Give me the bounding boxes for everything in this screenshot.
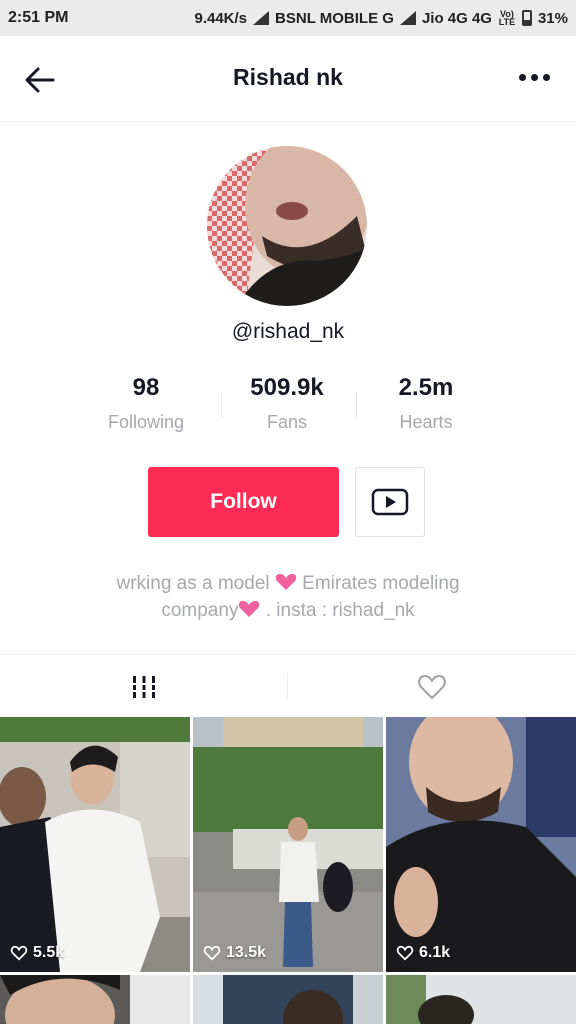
bio-line-2: company . insta : rishad_nk — [60, 597, 516, 624]
status-bar: 2:51 PM 9.44K/s BSNL MOBILE G Jio 4G 4G … — [0, 0, 576, 36]
profile-tabs — [0, 654, 576, 717]
video-likes: 6.1k — [396, 944, 450, 962]
stat-value: 98 — [132, 374, 160, 401]
battery-level: 31% — [537, 9, 568, 27]
heart-outline-icon — [10, 945, 28, 961]
video-thumbnail[interactable]: 5.5k — [0, 717, 190, 972]
video-likes-count: 6.1k — [419, 944, 451, 961]
video-thumbnail-image — [386, 975, 576, 1024]
video-thumbnail-image — [0, 975, 190, 1024]
bio-text: . insta : rishad_nk — [265, 600, 415, 621]
signal-icon-2 — [399, 11, 416, 25]
heart-emoji-icon — [239, 600, 260, 617]
more-options-button[interactable] — [519, 74, 550, 81]
follow-button[interactable]: Follow — [148, 467, 339, 537]
youtube-button[interactable] — [355, 467, 425, 537]
stat-hearts[interactable]: 2.5m Hearts — [351, 374, 501, 433]
status-time: 2:51 PM — [8, 9, 69, 26]
stat-label: Fans — [266, 412, 308, 432]
volte-icon: Vo) LTE — [498, 9, 516, 27]
more-horizontal-icon — [519, 74, 526, 81]
video-thumbnail-image — [386, 717, 576, 972]
video-grid: 5.5k 13.5k 6.1k — [0, 717, 576, 1024]
carrier-2: Jio 4G 4G — [421, 9, 492, 27]
video-thumbnail[interactable]: 6.1k — [386, 717, 576, 972]
video-thumbnail[interactable] — [0, 975, 190, 1024]
profile-avatar[interactable] — [207, 146, 367, 306]
bio-text: Emirates modeling — [302, 573, 460, 594]
video-likes: 5.5k — [10, 944, 64, 962]
video-likes: 13.5k — [203, 944, 266, 962]
video-thumbnail-image — [193, 975, 383, 1024]
stat-fans[interactable]: 509.9k Fans — [212, 374, 362, 433]
heart-outline-icon — [418, 674, 446, 699]
more-dot — [543, 74, 550, 81]
heart-outline-icon — [203, 945, 221, 961]
bio-text: wrking as a model — [116, 573, 270, 594]
bio-text: company — [161, 600, 239, 621]
profile-stats: 98 Following 509.9k Fans 2.5m Hearts — [0, 374, 576, 444]
stat-following[interactable]: 98 Following — [71, 374, 221, 433]
heart-emoji-icon — [275, 573, 297, 590]
battery-icon — [521, 10, 532, 26]
grid-videos-icon — [131, 675, 157, 698]
video-thumbnail-image — [0, 717, 190, 972]
youtube-play-icon — [371, 488, 409, 516]
stat-value: 509.9k — [250, 374, 324, 401]
stat-label: Hearts — [399, 412, 453, 432]
video-likes-count: 5.5k — [33, 944, 65, 961]
bio-line-1: wrking as a model Emirates modeling — [60, 570, 516, 597]
page-title: Rishad nk — [233, 64, 343, 90]
tab-videos[interactable] — [0, 655, 288, 718]
top-nav-bar: Rishad nk — [0, 36, 576, 122]
video-likes-count: 13.5k — [226, 944, 267, 961]
profile-username: @rishad_nk — [231, 320, 345, 343]
more-dot — [531, 74, 538, 81]
network-speed: 9.44K/s — [194, 9, 248, 27]
video-thumbnail[interactable] — [193, 975, 383, 1024]
stat-value: 2.5m — [398, 374, 454, 401]
video-thumbnail[interactable]: 13.5k — [193, 717, 383, 972]
heart-outline-icon — [396, 945, 414, 961]
video-thumbnail-image — [193, 717, 383, 972]
avatar-image — [207, 146, 367, 306]
tab-liked[interactable] — [288, 655, 576, 718]
video-thumbnail[interactable] — [386, 975, 576, 1024]
signal-icon — [253, 11, 270, 25]
carrier-1: BSNL MOBILE G — [275, 9, 394, 27]
stat-label: Following — [107, 412, 185, 432]
profile-bio: wrking as a model Emirates modeling comp… — [60, 570, 516, 624]
status-right: 9.44K/s BSNL MOBILE G Jio 4G 4G Vo) LTE … — [194, 10, 568, 27]
